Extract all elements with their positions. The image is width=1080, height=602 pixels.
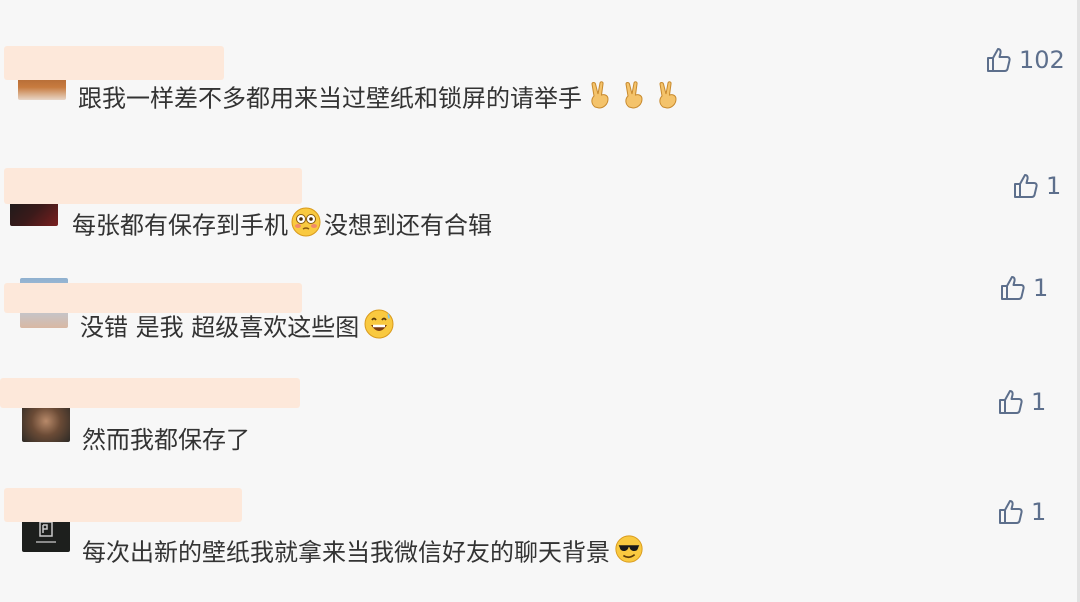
flushed-face-icon (290, 206, 322, 247)
like-count: 1 (1031, 498, 1047, 526)
like-count: 1 (1033, 274, 1049, 302)
comment-body: 每次出新的壁纸我就拿来当我微信好友的聊天背景 (82, 538, 610, 567)
like-button[interactable]: 1 (997, 496, 1046, 528)
comment-text: 每次出新的壁纸我就拿来当我微信好友的聊天背景 (82, 534, 644, 573)
sunglasses-face-icon (614, 534, 644, 573)
like-button[interactable]: 1 (997, 386, 1046, 418)
like-button[interactable]: 1 (1012, 170, 1061, 202)
comment-body-cont: 没想到还有合辑 (324, 211, 492, 240)
comment-text: 没错 是我 超级喜欢这些图 (80, 308, 395, 349)
victory-hand-icon (620, 80, 650, 119)
name-mask (0, 378, 300, 408)
comment-body: 然而我都保存了 (82, 426, 250, 454)
thumbs-up-outline-icon (997, 498, 1025, 526)
victory-hand-icon (586, 80, 616, 119)
thumbs-up-outline-icon (999, 274, 1027, 302)
like-button[interactable]: 102 (985, 44, 1065, 76)
name-mask (4, 488, 242, 522)
thumbs-up-outline-icon (985, 46, 1013, 74)
name-mask (4, 46, 224, 80)
comment-body: 每张都有保存到手机 (72, 211, 288, 240)
comment-body: 没错 是我 超级喜欢这些图 (80, 313, 360, 342)
grinning-sweat-face-icon (363, 308, 395, 349)
avatar[interactable] (22, 404, 70, 442)
comment-text: 每张都有保存到手机 没想到还有合辑 (72, 206, 492, 247)
comment-text: 然而我都保存了 (82, 423, 250, 457)
victory-hand-icon (654, 80, 684, 119)
comment-body: 跟我一样差不多都用来当过壁纸和锁屏的请举手 (78, 84, 582, 113)
comment-text: 跟我一样差不多都用来当过壁纸和锁屏的请举手 (78, 80, 684, 119)
like-count: 102 (1019, 46, 1065, 74)
thumbs-up-outline-icon (997, 388, 1025, 416)
like-button[interactable]: 1 (999, 272, 1048, 304)
like-count: 1 (1046, 172, 1062, 200)
thumbs-up-outline-icon (1012, 172, 1040, 200)
like-count: 1 (1031, 388, 1047, 416)
name-mask (4, 168, 302, 204)
